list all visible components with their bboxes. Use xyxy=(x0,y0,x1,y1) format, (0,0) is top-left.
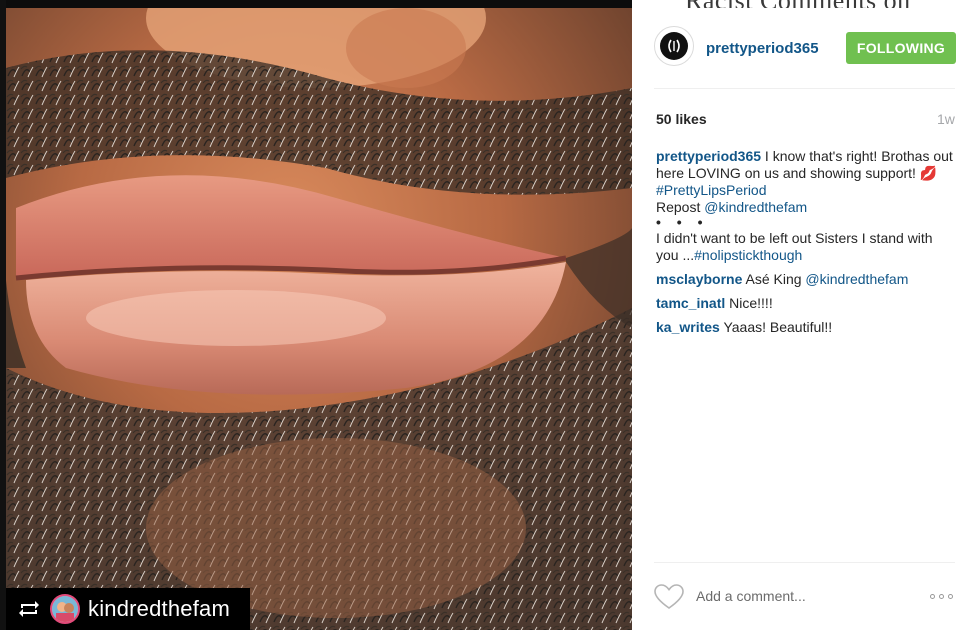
post-header: prettyperiod365 FOLLOWING xyxy=(632,8,980,88)
dot xyxy=(939,594,944,599)
divider xyxy=(654,88,955,89)
heart-icon[interactable] xyxy=(654,584,684,610)
mention-link[interactable]: @kindredthefam xyxy=(805,271,908,287)
logo-icon xyxy=(660,32,688,60)
post-photo[interactable] xyxy=(6,8,632,630)
mention-link[interactable]: @kindredthefam xyxy=(704,199,807,215)
comment-text: Yaaas! Beautiful!! xyxy=(719,319,833,335)
repost-username: kindredthefam xyxy=(88,596,231,621)
kiss-emoji-icon: 💋 xyxy=(919,165,938,181)
hashtag-link[interactable]: #PrettyLipsPeriod xyxy=(656,182,767,198)
repost-icon xyxy=(16,598,42,620)
post-username[interactable]: prettyperiod365 xyxy=(706,40,819,57)
more-options-icon[interactable] xyxy=(930,594,958,602)
avatar-icon xyxy=(50,594,80,624)
following-button[interactable]: FOLLOWING xyxy=(846,32,956,64)
caption-username[interactable]: prettyperiod365 xyxy=(656,148,761,164)
post-sidebar: prettyperiod365 FOLLOWING 50 likes 1w pr… xyxy=(632,8,980,630)
post-age[interactable]: 1w xyxy=(937,111,955,127)
comment-text: Asé King xyxy=(742,271,806,287)
caption: prettyperiod365 I know that's right! Bro… xyxy=(656,148,956,264)
comment: tamc_inatl Nice!!!! xyxy=(656,295,956,312)
comment: ka_writes Yaaas! Beautiful!! xyxy=(656,319,956,336)
profile-avatar[interactable] xyxy=(654,26,694,66)
hashtag-link[interactable]: #nolipstickthough xyxy=(694,247,802,263)
caption-separator: • • • xyxy=(656,214,709,230)
comment-username[interactable]: tamc_inatl xyxy=(656,295,725,311)
dot xyxy=(948,594,953,599)
comment-text: Nice!!!! xyxy=(725,295,773,311)
repost-prefix: Repost xyxy=(656,199,705,215)
add-comment-input[interactable]: Add a comment... xyxy=(696,588,806,604)
dot xyxy=(930,594,935,599)
like-count[interactable]: 50 likes xyxy=(656,111,707,127)
comment-username[interactable]: msclayborne xyxy=(656,271,742,287)
comment-username[interactable]: ka_writes xyxy=(656,319,720,335)
comments-list: prettyperiod365 I know that's right! Bro… xyxy=(656,148,956,336)
comment: msclayborne Asé King @kindredthefam xyxy=(656,271,956,288)
repost-badge[interactable]: kindredthefam xyxy=(6,588,250,630)
photo-illustration xyxy=(6,8,632,630)
divider xyxy=(654,562,955,563)
